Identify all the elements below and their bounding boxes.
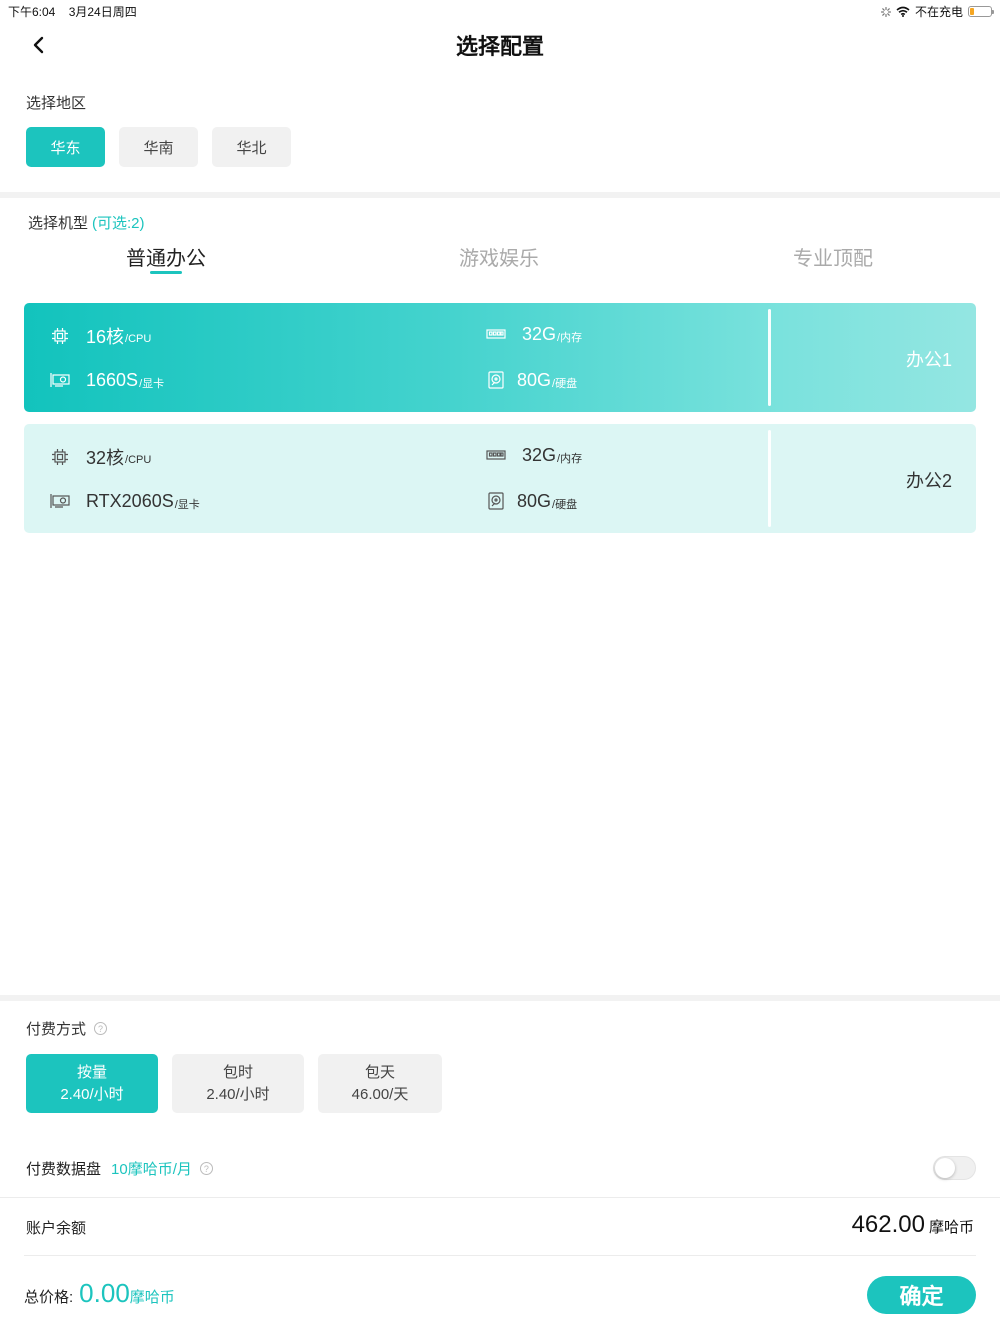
balance-value: 462.00 xyxy=(851,1211,925,1238)
region-selector: 华东 华南 华北 xyxy=(26,127,291,167)
tab-gaming[interactable]: 游戏娱乐 xyxy=(459,242,539,271)
payment-option-name: 包时 xyxy=(222,1063,253,1081)
disk-unit: /硬盘 xyxy=(552,499,578,511)
region-label: 选择地区 xyxy=(26,95,87,112)
ram-unit: /内存 xyxy=(557,332,583,344)
confirm-button[interactable]: 确定 xyxy=(867,1276,976,1314)
model-available-count: (可选:2) xyxy=(92,215,145,232)
ram-icon xyxy=(486,324,506,344)
spec-disk: 80G/硬盘 xyxy=(486,369,577,391)
payment-label-text: 付费方式 xyxy=(26,1021,87,1038)
region-option-north[interactable]: 华北 xyxy=(212,127,291,167)
balance-unit: 摩哈币 xyxy=(928,1219,974,1236)
nav-bar: 选择配置 xyxy=(0,20,1000,70)
total-value: 0.00 xyxy=(79,1278,130,1308)
payment-option-name: 按量 xyxy=(76,1063,107,1081)
ram-value: 32G xyxy=(522,444,557,465)
disk-value: 80G xyxy=(517,369,552,390)
disk-icon xyxy=(486,370,506,390)
cpu-value: 16核 xyxy=(86,327,125,347)
balance-label: 账户余额 xyxy=(26,1220,87,1237)
card-separator xyxy=(768,309,771,406)
spec-ram: 32G/内存 xyxy=(486,323,582,345)
payment-option-usage[interactable]: 按量 2.40/小时 xyxy=(26,1054,158,1113)
payment-option-price: 2.40/小时 xyxy=(60,1085,124,1103)
payment-option-price: 46.00/天 xyxy=(351,1085,409,1103)
region-option-south[interactable]: 华南 xyxy=(119,127,198,167)
ram-unit: /内存 xyxy=(557,453,583,465)
spec-ram: 32G/内存 xyxy=(486,444,582,466)
payment-option-daily[interactable]: 包天 46.00/天 xyxy=(318,1054,442,1113)
spec-cpu: 16核/CPU xyxy=(50,323,151,349)
disk-value: 80G xyxy=(517,490,552,511)
total-unit: 摩哈币 xyxy=(129,1289,175,1306)
config-card-office2[interactable]: 32核/CPU RTX2060S/显卡 32G/内存 80G/硬盘 办公2 xyxy=(24,424,976,533)
payment-option-price: 2.40/小时 xyxy=(206,1085,270,1103)
disk-icon xyxy=(486,491,506,511)
tab-pro[interactable]: 专业顶配 xyxy=(793,242,873,271)
help-icon[interactable]: ? xyxy=(199,1162,213,1175)
row-divider xyxy=(0,1197,1000,1198)
cpu-icon xyxy=(50,447,70,467)
cpu-unit: /CPU xyxy=(125,333,152,345)
gpu-unit: /显卡 xyxy=(139,378,165,390)
spec-cpu: 32核/CPU xyxy=(50,444,151,470)
ram-value: 32G xyxy=(522,323,557,344)
spec-gpu: 1660S/显卡 xyxy=(50,369,164,391)
card-separator xyxy=(768,430,771,527)
gpu-icon xyxy=(50,491,70,511)
wifi-icon xyxy=(896,6,910,17)
battery-icon xyxy=(968,6,994,17)
total-price: 总价格: 0.00 摩哈币 xyxy=(24,1278,175,1309)
row-divider xyxy=(24,1255,976,1256)
tab-office[interactable]: 普通办公 xyxy=(126,242,206,271)
section-divider xyxy=(0,995,1000,1001)
cpu-icon xyxy=(50,326,70,346)
loading-icon xyxy=(880,6,891,17)
data-disk-toggle[interactable] xyxy=(933,1156,976,1180)
payment-option-name: 包天 xyxy=(364,1063,395,1081)
payment-selector: 按量 2.40/小时 包时 2.40/小时 包天 46.00/天 xyxy=(26,1054,442,1113)
status-bar: 下午6:04 3月24日周四 不在充电 xyxy=(0,0,1000,20)
model-label: 选择机型 (可选:2) xyxy=(28,212,145,233)
status-right: 不在充电 xyxy=(880,3,994,20)
data-disk-label: 付费数据盘 xyxy=(26,1161,102,1178)
status-time: 下午6:04 xyxy=(8,5,56,19)
status-left: 下午6:04 3月24日周四 xyxy=(8,3,147,20)
gpu-value: 1660S xyxy=(86,369,139,390)
cpu-unit: /CPU xyxy=(125,454,152,466)
data-disk-row: 付费数据盘 10摩哈币/月 ? xyxy=(26,1158,213,1179)
total-label: 总价格: xyxy=(24,1289,74,1306)
config-name: 办公2 xyxy=(905,471,952,491)
model-label-text: 选择机型 xyxy=(28,215,89,232)
config-card-office1[interactable]: 16核/CPU 1660S/显卡 32G/内存 80G/硬盘 办公1 xyxy=(24,303,976,412)
charging-status: 不在充电 xyxy=(914,5,963,19)
gpu-unit: /显卡 xyxy=(174,499,200,511)
data-disk-price: 10摩哈币/月 xyxy=(111,1161,192,1178)
balance-value-group: 462.00 摩哈币 xyxy=(852,1211,974,1239)
section-divider xyxy=(0,192,1000,198)
toggle-knob xyxy=(935,1158,955,1178)
payment-label: 付费方式 ? xyxy=(26,1018,108,1039)
region-option-east[interactable]: 华东 xyxy=(26,127,105,167)
page-title: 选择配置 xyxy=(455,34,544,59)
payment-option-hourly[interactable]: 包时 2.40/小时 xyxy=(172,1054,304,1113)
spec-gpu: RTX2060S/显卡 xyxy=(50,490,200,512)
gpu-icon xyxy=(50,370,70,390)
tab-active-indicator xyxy=(150,271,182,274)
disk-unit: /硬盘 xyxy=(552,378,578,390)
model-tabs: 普通办公 游戏娱乐 专业顶配 xyxy=(0,240,1000,280)
ram-icon xyxy=(486,445,506,465)
help-icon[interactable]: ? xyxy=(94,1022,108,1035)
gpu-value: RTX2060S xyxy=(86,490,174,511)
spec-disk: 80G/硬盘 xyxy=(486,490,577,512)
cpu-value: 32核 xyxy=(86,448,125,468)
config-name: 办公1 xyxy=(905,350,952,370)
status-date: 3月24日周四 xyxy=(68,5,137,19)
